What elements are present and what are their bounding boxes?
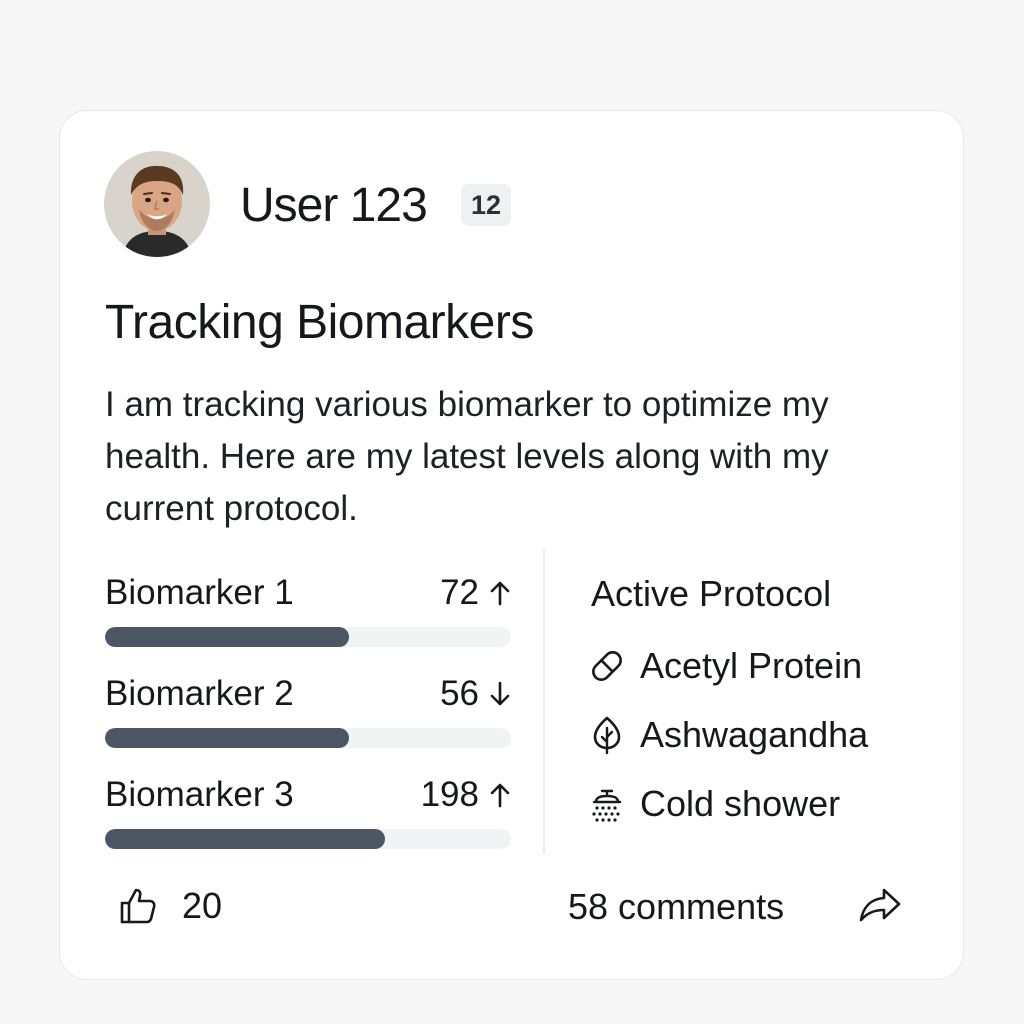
protocol-item-label: Ashwagandha: [640, 714, 869, 755]
protocol-item-label: Acetyl Protein: [640, 645, 863, 686]
shower-icon: [588, 785, 626, 823]
like-button[interactable]: 20: [118, 881, 222, 931]
arrow-up-icon: [489, 782, 511, 808]
biomarker-value-text: 198: [420, 775, 479, 814]
biomarker-progress-bar: [105, 829, 511, 849]
comments-link[interactable]: 58 comments: [568, 882, 784, 932]
biomarker-value-text: 72: [440, 573, 479, 612]
column-divider: [543, 549, 545, 854]
arrow-down-icon: [489, 681, 511, 707]
post-title: Tracking Biomarkers: [105, 296, 534, 349]
biomarker-progress-fill: [105, 829, 386, 849]
avatar[interactable]: [104, 151, 210, 257]
biomarker-progress-bar: [105, 627, 511, 647]
biomarker-row: Biomarker 3 198: [105, 770, 511, 860]
post-card: User 123 12 Tracking Biomarkers I am tra…: [59, 110, 964, 980]
biomarker-progress-fill: [105, 728, 349, 748]
protocol-item: Cold shower: [588, 779, 840, 829]
biomarker-name: Biomarker 2: [105, 674, 294, 713]
biomarker-progress-fill: [105, 627, 349, 647]
biomarker-value: 198: [421, 770, 511, 820]
like-count: 20: [182, 885, 223, 926]
biomarker-value: 72: [440, 568, 511, 618]
arrow-up-icon: [489, 580, 511, 606]
leaf-icon: [588, 715, 626, 755]
biomarker-name: Biomarker 1: [105, 573, 294, 612]
pill-icon: [588, 647, 626, 685]
share-icon: [859, 888, 901, 922]
protocol-item-label: Cold shower: [640, 783, 841, 824]
thumbs-up-icon: [118, 886, 158, 926]
share-button[interactable]: [858, 887, 902, 923]
user-level-badge: 12: [461, 184, 511, 226]
biomarker-row: Biomarker 1 72: [105, 568, 511, 658]
protocol-title: Active Protocol: [591, 573, 832, 614]
username[interactable]: User 123: [240, 177, 428, 235]
protocol-item: Acetyl Protein: [588, 641, 862, 691]
biomarker-row: Biomarker 2 56: [105, 669, 511, 759]
biomarker-name: Biomarker 3: [105, 775, 294, 814]
biomarker-value-text: 56: [440, 674, 479, 713]
biomarker-value: 56: [440, 669, 511, 719]
biomarker-progress-bar: [105, 728, 511, 748]
protocol-item: Ashwagandha: [588, 710, 868, 760]
post-body: I am tracking various biomarker to optim…: [105, 385, 829, 528]
avatar-image: [104, 151, 210, 257]
